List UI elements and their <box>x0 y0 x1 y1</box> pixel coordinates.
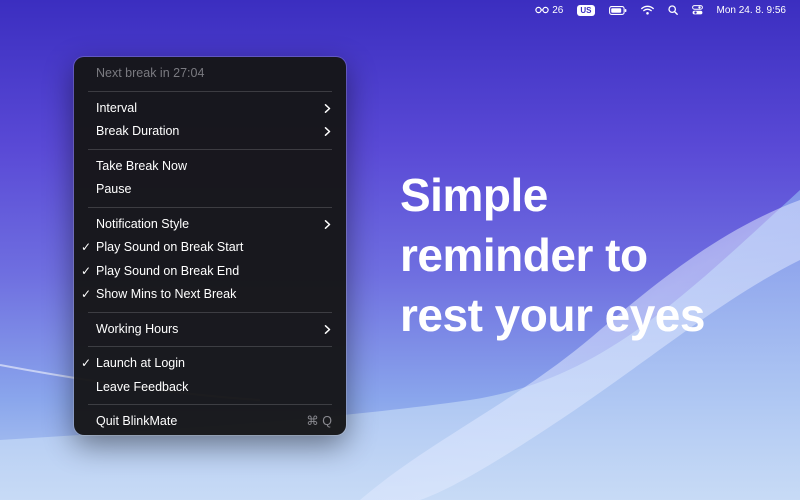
menu-item-play-sound-start[interactable]: ✓ Play Sound on Break Start <box>74 236 346 260</box>
headline-line-3: rest your eyes <box>400 289 705 341</box>
menu-item-label: Play Sound on Break End <box>96 263 240 278</box>
checkmark-icon: ✓ <box>81 356 92 370</box>
checkmark-icon: ✓ <box>81 287 92 301</box>
keyboard-icon: US <box>577 4 595 16</box>
menu-item-label: Launch at Login <box>96 356 185 370</box>
menu-bar: 26 US Mon 24. 8. 9:56 <box>0 0 800 20</box>
chevron-right-icon <box>324 219 331 229</box>
headline-line-2: reminder to <box>400 229 648 281</box>
menu-separator <box>88 311 332 313</box>
menu-item-leave-feedback[interactable]: Leave Feedback <box>74 376 346 400</box>
menu-item-notification-style[interactable]: Notification Style <box>74 213 346 237</box>
glasses-status[interactable]: 26 <box>535 5 563 16</box>
menu-item-quit[interactable]: Quit BlinkMate ⌘ Q <box>74 410 346 434</box>
spotlight[interactable] <box>667 5 678 15</box>
wifi-icon <box>640 5 654 15</box>
keyboard-shortcut: ⌘ Q <box>306 414 332 428</box>
chevron-right-icon <box>324 103 331 113</box>
glasses-icon <box>535 6 549 14</box>
menu-item-label: Interval <box>96 100 137 115</box>
menubar-clock[interactable]: Mon 24. 8. 9:56 <box>717 5 787 16</box>
next-break-label: Next break in 27:04 <box>96 66 205 80</box>
battery-status[interactable] <box>608 5 627 15</box>
menu-separator <box>88 404 332 405</box>
battery-icon <box>608 5 626 15</box>
menu-item-label: Working Hours <box>96 321 179 336</box>
headline-line-1: Simple <box>400 169 548 221</box>
menu-item-break-duration[interactable]: Break Duration <box>74 120 346 144</box>
menu-item-play-sound-end[interactable]: ✓ Play Sound on Break End <box>74 260 346 284</box>
menu-separator <box>88 346 332 347</box>
menu-item-label: Play Sound on Break Start <box>96 240 244 254</box>
menu-item-label: Take Break Now <box>96 158 188 173</box>
search-icon <box>667 5 678 15</box>
menu-separator <box>88 90 332 92</box>
menu-separator <box>88 206 332 208</box>
control-center[interactable] <box>691 5 703 15</box>
checkmark-icon: ✓ <box>81 263 92 278</box>
blinkmate-menu: Next break in 27:04 Interval Break Durat… <box>74 57 346 435</box>
menu-item-show-mins[interactable]: ✓ Show Mins to Next Break <box>74 283 346 307</box>
menu-item-label: Notification Style <box>96 216 190 231</box>
headline: Simple reminder to rest your eyes <box>400 165 780 345</box>
chevron-right-icon <box>324 127 331 136</box>
menu-item-label: Break Duration <box>96 124 180 138</box>
input-source[interactable]: US <box>577 4 595 16</box>
checkmark-icon: ✓ <box>81 240 92 254</box>
clock-text: Mon 24. 8. 9:56 <box>716 4 787 16</box>
menu-item-interval[interactable]: Interval <box>74 97 346 121</box>
menu-item-launch-at-login[interactable]: ✓ Launch at Login <box>74 352 346 376</box>
chevron-right-icon <box>324 324 331 334</box>
glasses-count: 26 <box>552 4 564 16</box>
menu-separator <box>88 148 332 150</box>
menu-item-take-break-now[interactable]: Take Break Now <box>74 155 346 179</box>
menu-item-label: Pause <box>96 182 132 196</box>
control-center-icon <box>691 5 703 15</box>
menu-item-label: Show Mins to Next Break <box>96 287 237 301</box>
wifi-status[interactable] <box>640 5 654 15</box>
menu-item-label: Quit BlinkMate <box>96 414 178 428</box>
menu-item-working-hours[interactable]: Working Hours <box>74 318 346 342</box>
next-break-status: Next break in 27:04 <box>74 62 346 86</box>
menu-item-label: Leave Feedback <box>96 379 189 394</box>
menu-item-pause[interactable]: Pause <box>74 178 346 202</box>
